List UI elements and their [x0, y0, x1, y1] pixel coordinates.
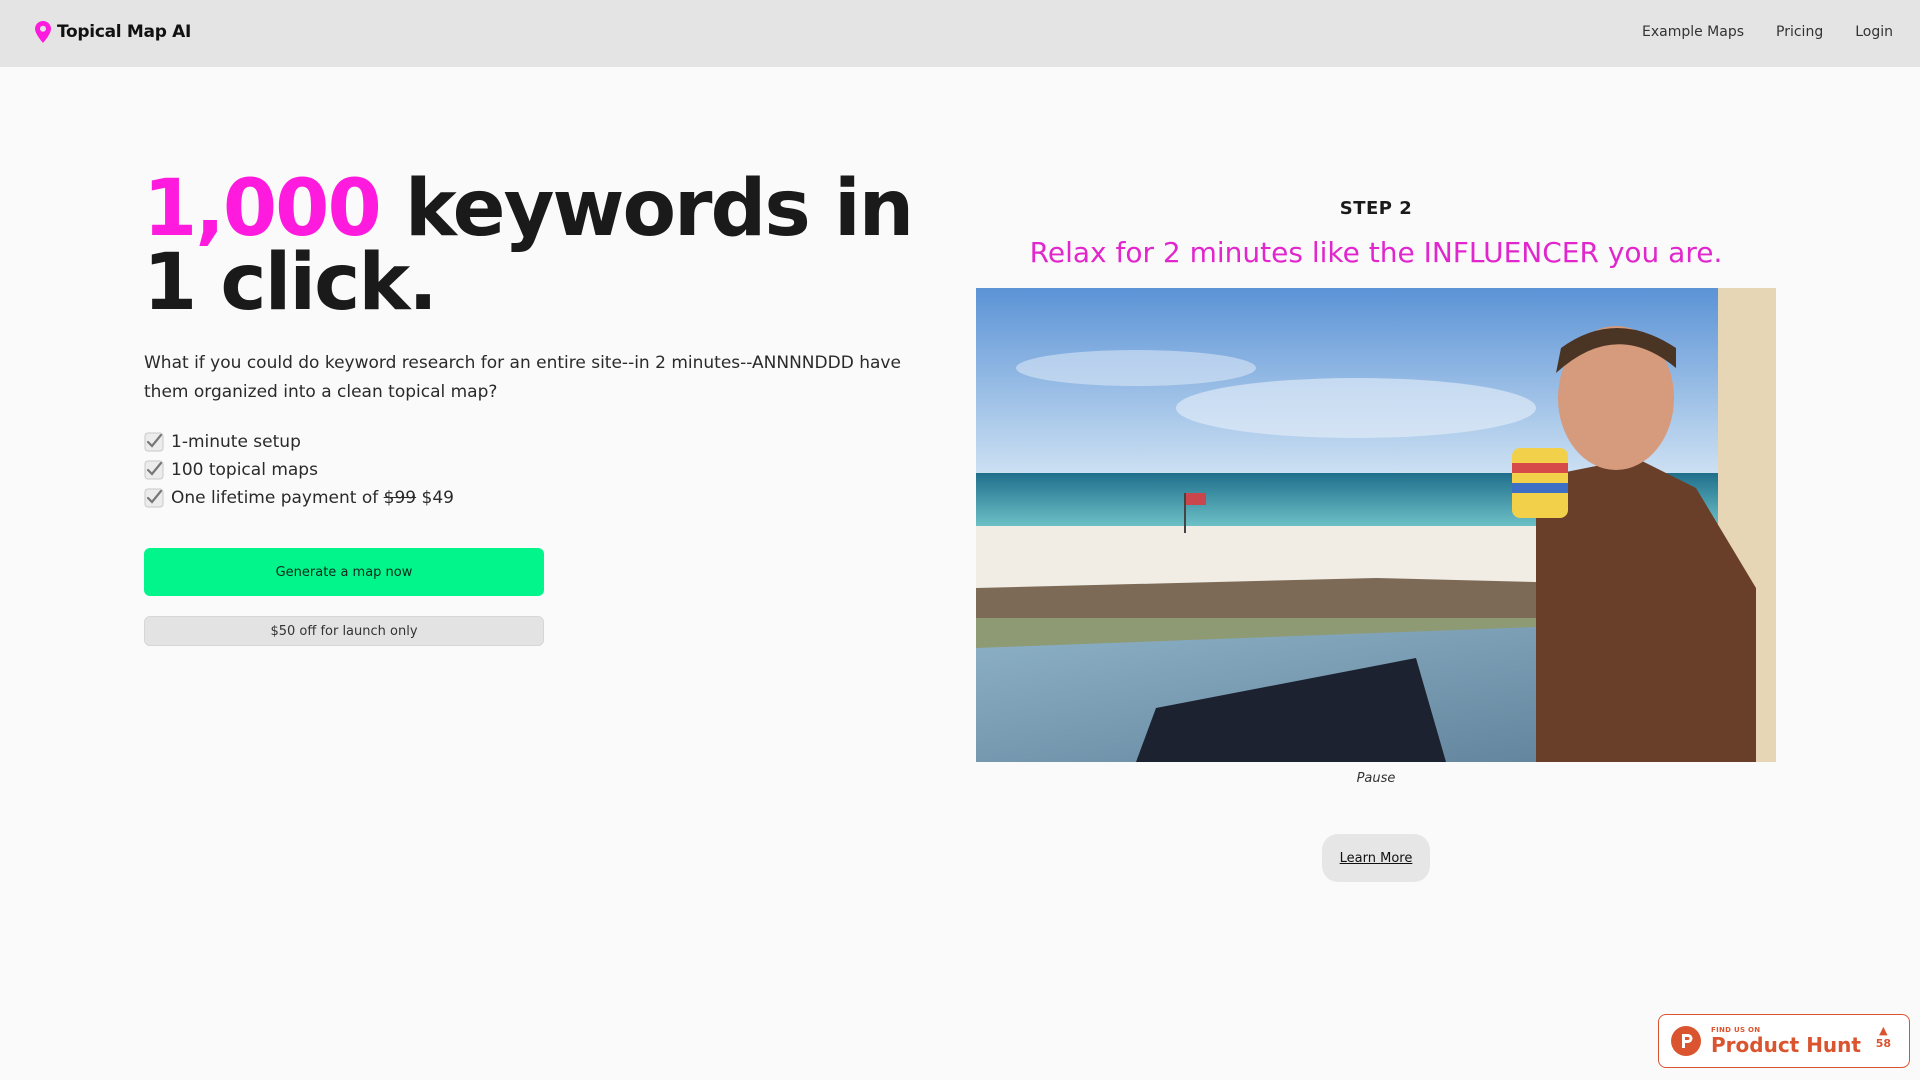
brand-name: Topical Map AI: [57, 22, 192, 42]
checkmark-icon: [144, 460, 164, 480]
upvote-triangle-icon: ▲: [1879, 1024, 1888, 1037]
payment-prefix: One lifetime payment of: [171, 488, 384, 508]
product-hunt-logo-icon: [1671, 1026, 1701, 1056]
nav-links: Example Maps Pricing Login: [1642, 24, 1893, 40]
feature-item-maps: 100 topical maps: [144, 456, 454, 484]
hero-description: What if you could do keyword research fo…: [144, 353, 901, 402]
vote-count: 58: [1875, 1037, 1891, 1050]
map-pin-icon: [35, 21, 51, 43]
step-subtitle: Relax for 2 minutes like the INFLUENCER …: [1029, 236, 1723, 269]
nav-link-pricing[interactable]: Pricing: [1776, 24, 1823, 40]
feature-maps-text: 100 topical maps: [171, 460, 318, 480]
product-hunt-badge[interactable]: FIND US ON Product Hunt ▲ 58: [1658, 1014, 1910, 1068]
top-navbar: Topical Map AI Example Maps Pricing Logi…: [0, 0, 1920, 67]
product-hunt-text: FIND US ON Product Hunt: [1711, 1026, 1861, 1056]
checkmark-icon: [144, 488, 164, 508]
learn-more-button[interactable]: Learn More: [1322, 834, 1430, 882]
feature-item-setup: 1-minute setup: [144, 428, 454, 456]
launch-discount-badge: $50 off for launch only: [144, 616, 544, 646]
checkmark-icon: [144, 432, 164, 452]
feature-item-payment: One lifetime payment of $99 $49: [144, 484, 454, 512]
feature-payment-text: One lifetime payment of $99 $49: [171, 484, 454, 512]
new-price: $49: [416, 488, 454, 508]
brand-logo-link[interactable]: Topical Map AI: [35, 21, 191, 43]
video-frame-image: [976, 288, 1776, 762]
hero-heading: 1,000 keywords in 1 click.: [143, 170, 963, 322]
demo-video[interactable]: [976, 288, 1776, 762]
video-caption[interactable]: Pause: [976, 771, 1776, 786]
product-hunt-name: Product Hunt: [1711, 1033, 1861, 1057]
step-label: STEP 2: [1339, 198, 1413, 219]
old-price: $99: [383, 488, 417, 508]
generate-map-button[interactable]: Generate a map now: [144, 548, 544, 596]
nav-link-example-maps[interactable]: Example Maps: [1642, 24, 1744, 40]
product-hunt-votes: ▲ 58: [1876, 1025, 1891, 1051]
feature-setup-text: 1-minute setup: [171, 432, 301, 452]
nav-link-login[interactable]: Login: [1855, 24, 1893, 40]
feature-list: 1-minute setup 100 topical maps One life…: [144, 428, 454, 512]
